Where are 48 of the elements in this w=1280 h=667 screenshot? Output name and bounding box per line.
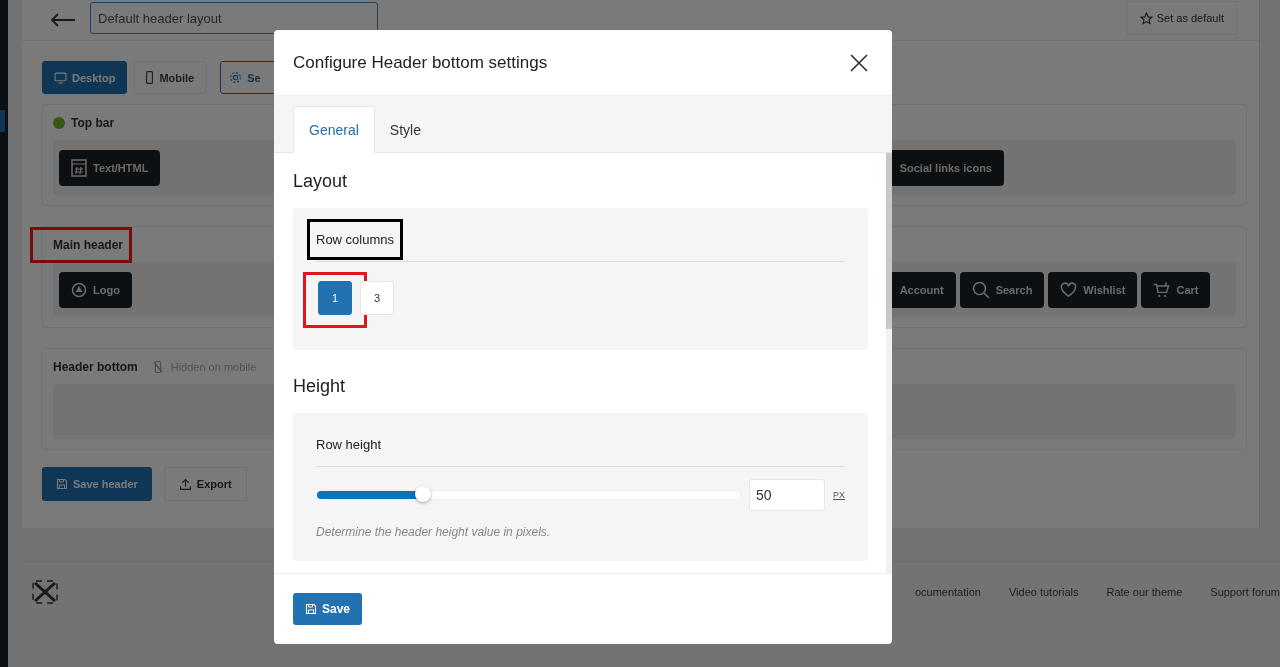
- row-name: Main header: [30, 227, 133, 263]
- save-icon: [56, 478, 68, 490]
- set-as-default-button[interactable]: Set as default: [1126, 1, 1237, 35]
- back-arrow-icon[interactable]: [50, 13, 76, 27]
- header-element[interactable]: Text/HTML: [59, 149, 161, 186]
- close-icon[interactable]: [850, 53, 868, 72]
- unit-label: PX: [833, 490, 845, 500]
- upload-icon: [178, 477, 192, 491]
- export-button[interactable]: Export: [163, 467, 247, 501]
- device-tab[interactable]: Desktop: [42, 61, 128, 94]
- section-heading: Height: [293, 376, 347, 397]
- dialog-tab[interactable]: Style: [374, 106, 436, 153]
- html-icon: [71, 158, 87, 177]
- save-button[interactable]: Save: [293, 593, 363, 625]
- desktop-icon: [54, 71, 67, 84]
- footer-link[interactable]: ocumentation: [914, 586, 981, 598]
- device-tab[interactable]: Mobile: [133, 61, 207, 94]
- save-header-button[interactable]: Save header: [42, 467, 152, 501]
- logo-icon: [71, 281, 87, 298]
- footer-link[interactable]: Rate our theme: [1106, 586, 1183, 598]
- star-icon: [1139, 11, 1153, 25]
- scrollbar[interactable]: [886, 153, 892, 573]
- header-element[interactable]: Logo: [59, 271, 132, 308]
- cart-icon: [1153, 281, 1171, 298]
- header-element[interactable]: Wishlist: [1048, 271, 1138, 308]
- header-element[interactable]: Cart: [1141, 271, 1211, 308]
- search-icon: [971, 280, 990, 299]
- dialog-title: Configure Header bottom settings: [293, 52, 548, 73]
- footer-link[interactable]: Video tutorials: [1008, 586, 1079, 598]
- section-heading: Layout: [293, 171, 349, 192]
- field-hint: Determine the header height value in pixels.: [316, 525, 552, 539]
- column-option[interactable]: 1: [318, 281, 352, 315]
- field-label: Row columns: [307, 219, 404, 260]
- logo-mark-icon: [32, 580, 58, 604]
- heart-icon: [1060, 282, 1078, 297]
- header-element[interactable]: Search: [959, 271, 1045, 308]
- field-label: Row height: [315, 436, 383, 454]
- footer-link[interactable]: Support forum: [1210, 586, 1280, 598]
- row-name: Header bottom: [52, 359, 139, 376]
- row-name: Top bar: [70, 115, 116, 132]
- height-input[interactable]: 50: [749, 479, 825, 511]
- dialog-tab[interactable]: General: [293, 106, 375, 153]
- save-icon: [305, 603, 317, 615]
- mobile-off-icon: [152, 361, 163, 373]
- mobile-icon: [145, 71, 155, 84]
- column-option[interactable]: 3: [360, 281, 394, 315]
- settings-icon: [229, 71, 243, 84]
- layout-name-field[interactable]: Default header layout: [90, 2, 378, 34]
